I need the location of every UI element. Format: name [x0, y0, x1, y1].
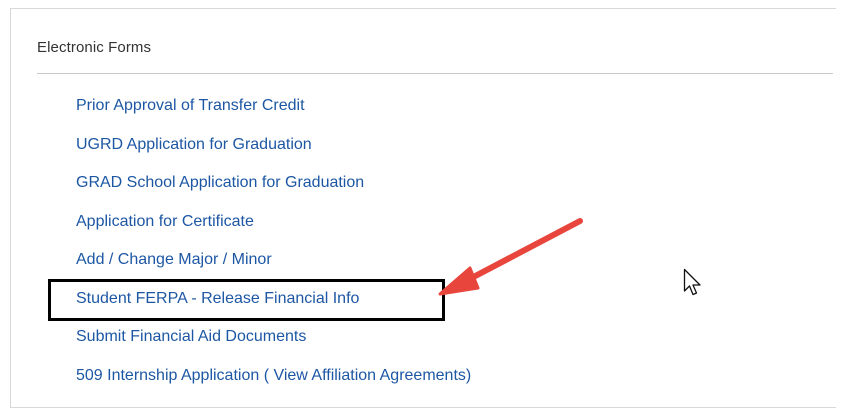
link-add-change-major-minor[interactable]: Add / Change Major / Minor: [76, 251, 272, 268]
paren-close: ): [465, 366, 472, 384]
annotation-highlight-box: [48, 279, 445, 321]
link-509-internship-application[interactable]: 509 Internship Application: [76, 367, 259, 384]
list-item: Application for Certificate: [76, 211, 471, 250]
list-item: 509 Internship Application ( View Affili…: [76, 365, 471, 404]
list-item: GRAD School Application for Graduation: [76, 172, 471, 211]
link-application-certificate[interactable]: Application for Certificate: [76, 213, 254, 230]
link-ugrd-application-graduation[interactable]: UGRD Application for Graduation: [76, 136, 312, 153]
link-prior-approval-transfer-credit[interactable]: Prior Approval of Transfer Credit: [76, 97, 305, 114]
title-divider: [37, 73, 833, 74]
list-item: Prior Approval of Transfer Credit: [76, 95, 471, 134]
paren-open: (: [259, 366, 274, 384]
list-item: UGRD Application for Graduation: [76, 134, 471, 173]
red-annotation-arrow-icon: [438, 218, 583, 296]
electronic-forms-panel: Electronic Forms Prior Approval of Trans…: [10, 8, 836, 408]
forms-link-list: Prior Approval of Transfer Credit UGRD A…: [76, 95, 471, 403]
list-item: Submit Financial Aid Documents: [76, 326, 471, 365]
mouse-pointer-icon: [683, 268, 701, 296]
link-view-affiliation-agreements[interactable]: View Affiliation Agreements: [273, 367, 465, 384]
link-grad-school-application-graduation[interactable]: GRAD School Application for Graduation: [76, 174, 364, 191]
link-submit-financial-aid-documents[interactable]: Submit Financial Aid Documents: [76, 328, 306, 345]
panel-title: Electronic Forms: [37, 39, 152, 56]
